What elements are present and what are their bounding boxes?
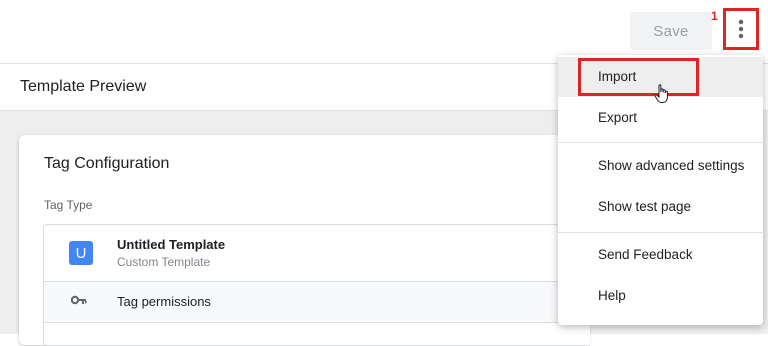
tag-permissions-label: Tag permissions xyxy=(117,294,211,309)
import-highlight-box xyxy=(578,58,699,96)
menu-item-help-label: Help xyxy=(598,288,626,303)
page-title: Template Preview xyxy=(20,78,147,95)
template-icon: U xyxy=(69,241,93,265)
menu-item-show-advanced-settings[interactable]: Show advanced settings xyxy=(558,146,763,186)
menu-item-send-feedback-label: Send Feedback xyxy=(598,247,693,262)
hand-cursor-icon xyxy=(654,84,668,103)
tag-type-box: U Untitled Template Custom Template Tag … xyxy=(43,224,590,346)
key-icon xyxy=(71,295,87,305)
template-name: Untitled Template xyxy=(117,237,226,252)
menu-item-export-label: Export xyxy=(598,110,638,125)
menu-item-help[interactable]: Help xyxy=(558,276,763,316)
menu-item-show-test-page-label: Show test page xyxy=(598,199,692,214)
more-options-button[interactable] xyxy=(723,8,759,50)
more-options-menu: 2 Import Export Show advanced settings S… xyxy=(558,55,763,325)
tag-configuration-card: Tag Configuration Tag Type U Untitled Te… xyxy=(19,135,590,346)
menu-divider xyxy=(558,142,763,143)
tag-permissions-row[interactable]: Tag permissions xyxy=(44,282,590,323)
menu-item-show-advanced-settings-label: Show advanced settings xyxy=(598,158,745,173)
more-vert-icon xyxy=(738,19,744,39)
menu-item-send-feedback[interactable]: Send Feedback xyxy=(558,235,763,275)
menu-item-show-test-page[interactable]: Show test page xyxy=(558,187,763,227)
template-row[interactable]: U Untitled Template Custom Template xyxy=(44,225,590,282)
menu-item-export[interactable]: Export xyxy=(558,98,763,138)
tag-type-label: Tag Type xyxy=(44,198,93,212)
save-button[interactable]: Save xyxy=(630,12,712,50)
menu-divider xyxy=(558,232,763,233)
template-subtitle: Custom Template xyxy=(117,255,211,269)
card-title: Tag Configuration xyxy=(44,155,170,172)
step-marker-1: 1 xyxy=(711,9,718,23)
